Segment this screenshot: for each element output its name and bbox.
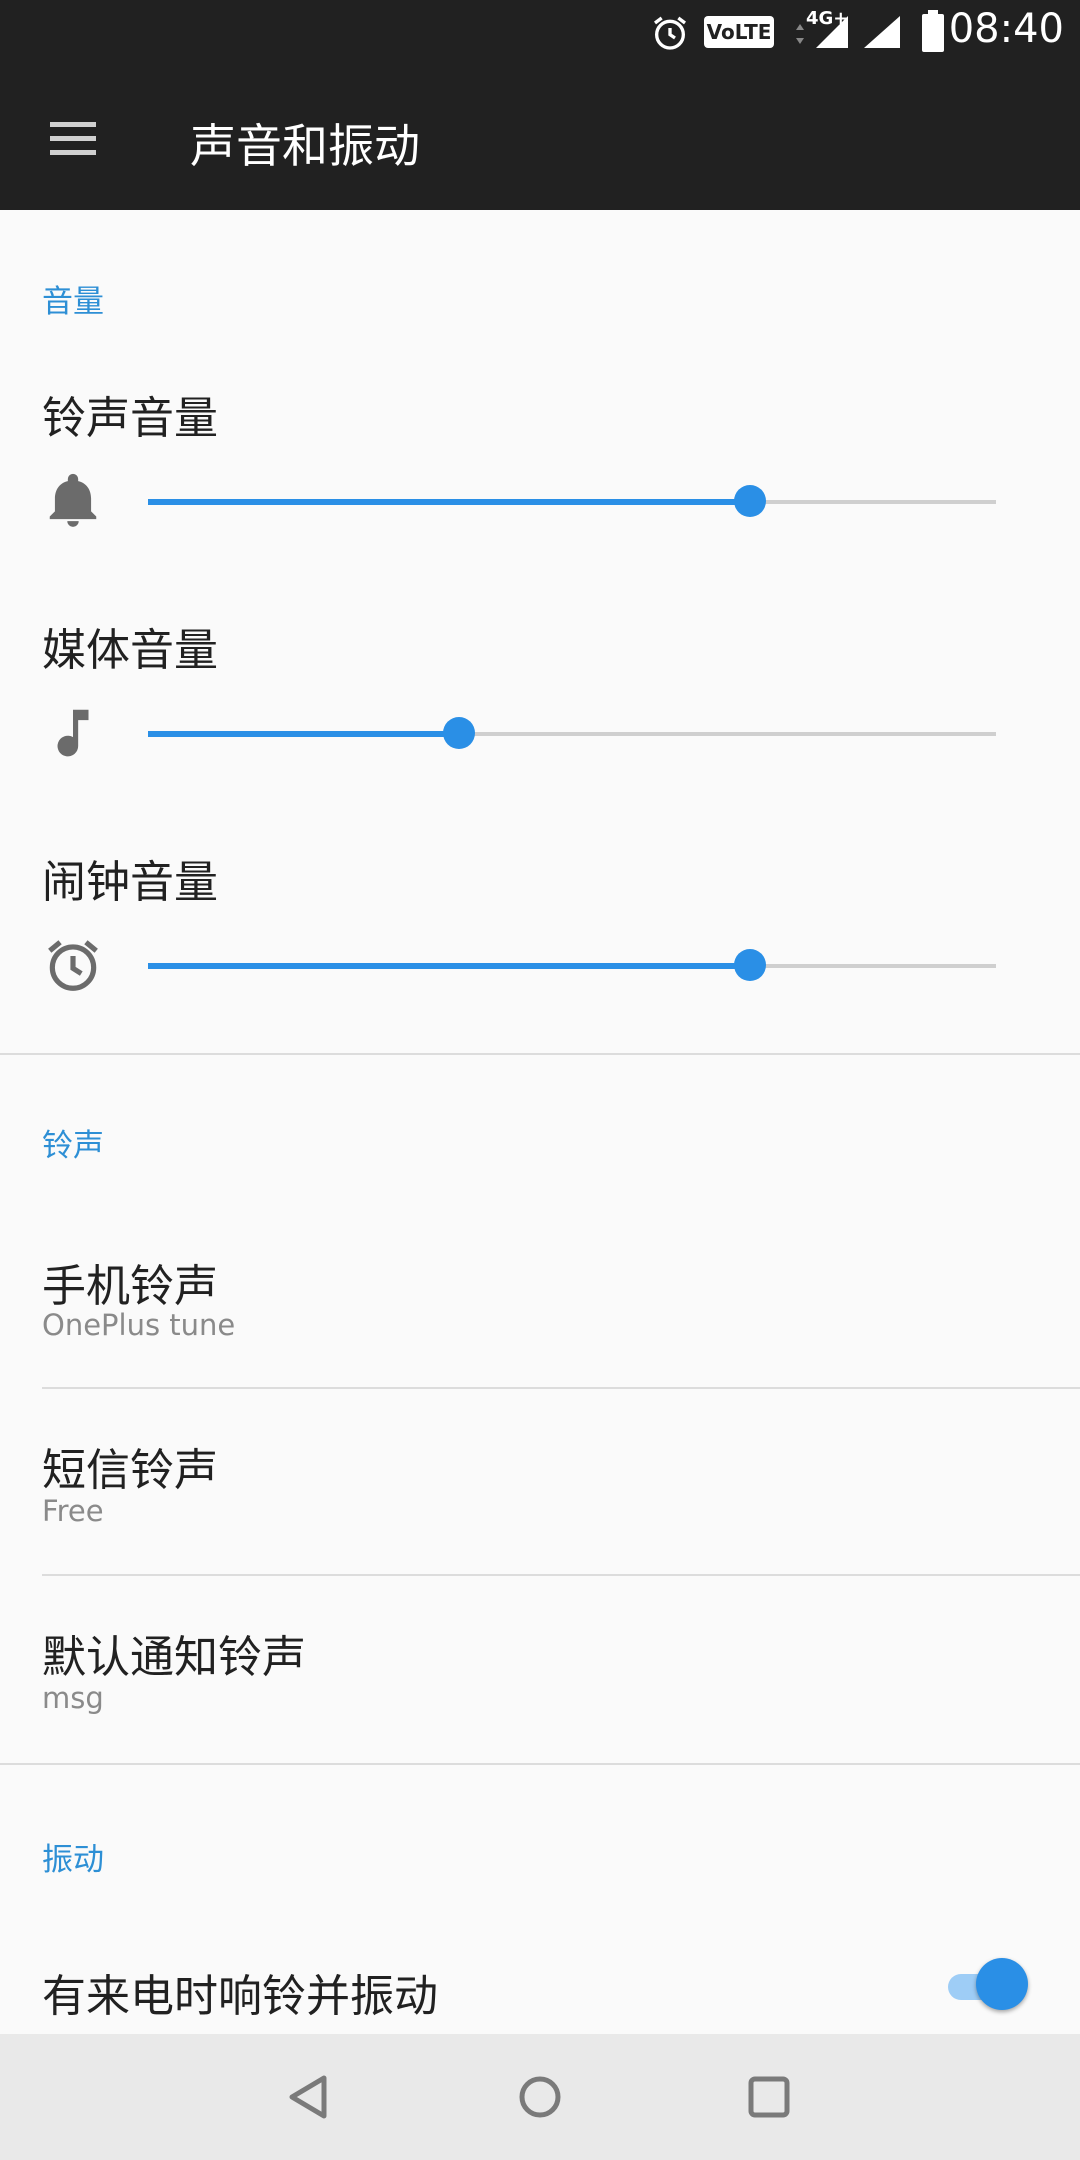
section-divider xyxy=(0,1053,1080,1055)
music-note-icon xyxy=(57,709,89,757)
recents-icon[interactable] xyxy=(738,2066,800,2128)
phone-ringtone-item[interactable]: 手机铃声 OnePlus tune xyxy=(0,1220,1080,1388)
back-icon[interactable] xyxy=(278,2066,340,2128)
section-header-vibration: 振动 xyxy=(42,1842,104,1878)
4g-plus-icon: 4G+ xyxy=(792,8,852,54)
page-title: 声音和振动 xyxy=(190,119,420,173)
alarm-volume-label: 闹钟音量 xyxy=(42,857,218,908)
slider-thumb[interactable] xyxy=(734,485,767,517)
sms-ringtone-value: Free xyxy=(42,1494,104,1528)
phone-ringtone-title: 手机铃声 xyxy=(42,1261,218,1312)
item-divider xyxy=(42,1574,1080,1576)
item-divider xyxy=(42,1387,1080,1389)
toggle-thumb xyxy=(976,1958,1028,2010)
ring-and-vibrate-toggle[interactable] xyxy=(940,1956,1028,2016)
status-bar: VoLTE 4G+ 08:40 xyxy=(0,0,1080,66)
sms-ringtone-item[interactable]: 短信铃声 Free xyxy=(0,1390,1080,1574)
home-icon[interactable] xyxy=(509,2066,571,2128)
ringtone-volume-label: 铃声音量 xyxy=(42,393,218,444)
clock-time: 08:40 xyxy=(948,6,1064,52)
phone-ringtone-value: OnePlus tune xyxy=(42,1308,236,1342)
sms-ringtone-title: 短信铃声 xyxy=(42,1445,218,1496)
slider-fill xyxy=(148,499,751,505)
slider-thumb[interactable] xyxy=(443,717,476,749)
ring-and-vibrate-title: 有来电时响铃并振动 xyxy=(42,1971,438,2022)
alarm-volume-slider[interactable] xyxy=(148,945,996,985)
section-divider xyxy=(0,1763,1080,1765)
slider-fill xyxy=(148,963,751,969)
navigation-bar xyxy=(0,2034,1080,2160)
media-volume-slider[interactable] xyxy=(148,713,996,753)
section-header-ringtones: 铃声 xyxy=(42,1128,104,1164)
signal-icon xyxy=(864,16,900,48)
notification-ringtone-title: 默认通知铃声 xyxy=(42,1632,306,1683)
slider-thumb[interactable] xyxy=(734,949,767,981)
bell-icon xyxy=(49,473,97,527)
notification-ringtone-item[interactable]: 默认通知铃声 msg xyxy=(0,1577,1080,1763)
slider-fill xyxy=(148,731,460,737)
ringtone-volume-slider[interactable] xyxy=(148,481,996,521)
volte-icon: VoLTE xyxy=(704,16,774,48)
app-bar: 声音和振动 xyxy=(0,66,1080,210)
alarm-clock-icon xyxy=(48,940,98,991)
battery-icon xyxy=(922,10,944,52)
section-header-volume: 音量 xyxy=(42,284,104,320)
media-volume-label: 媒体音量 xyxy=(42,625,218,676)
hamburger-menu-icon[interactable] xyxy=(30,106,116,170)
alarm-icon xyxy=(654,16,686,50)
notification-ringtone-value: msg xyxy=(42,1681,104,1715)
